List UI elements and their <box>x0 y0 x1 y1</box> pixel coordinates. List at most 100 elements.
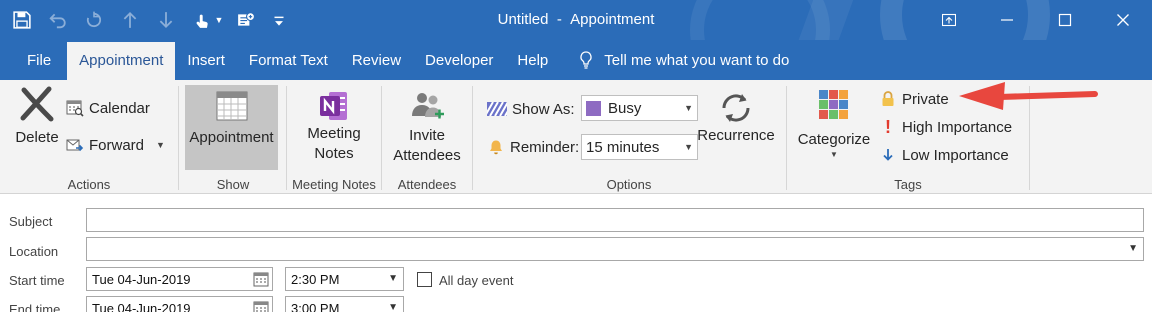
down-arrow-icon[interactable] <box>148 0 184 40</box>
group-label-attendees: Attendees <box>397 177 457 192</box>
chevron-down-icon[interactable]: ▼ <box>1128 238 1138 260</box>
categorize-button[interactable]: Categorize ▼ <box>792 90 876 160</box>
high-importance-label: High Importance <box>902 118 1013 136</box>
high-importance-button[interactable]: ! High Importance <box>879 116 1013 137</box>
calendar-button[interactable]: Calendar <box>66 99 150 117</box>
up-arrow-icon[interactable] <box>112 0 148 40</box>
subject-input[interactable] <box>86 208 1144 232</box>
group-meeting-notes: Meeting Notes Meeting Notes <box>287 80 381 194</box>
bell-icon <box>487 138 505 156</box>
end-date-value: Tue 04-Jun-2019 <box>92 300 191 312</box>
start-time-label: Start time <box>9 273 65 288</box>
show-as-dropdown[interactable]: Busy ▼ <box>581 95 698 121</box>
delete-x-icon <box>20 86 54 122</box>
down-arrow-icon <box>879 146 897 164</box>
calendar-icon[interactable] <box>253 271 269 287</box>
invite-label-line1: Invite <box>409 127 445 144</box>
forward-button[interactable]: Forward ▼ <box>66 136 165 154</box>
recurrence-button[interactable]: Recurrence <box>697 88 775 146</box>
busy-swatch <box>586 100 601 116</box>
group-label-options: Options <box>606 177 652 192</box>
tell-me-search[interactable]: Tell me what you want to do <box>560 40 801 80</box>
show-as-value: Busy <box>608 99 642 117</box>
annotation-arrow <box>959 82 1098 110</box>
start-time-value: 2:30 PM <box>291 271 340 287</box>
show-as-label-group: Show As: <box>487 100 575 118</box>
delete-label: Delete <box>15 129 59 146</box>
chevron-down-icon: ▼ <box>388 273 398 284</box>
redo-icon[interactable] <box>76 0 112 40</box>
quick-access-toolbar: ▼ <box>0 0 294 40</box>
lightbulb-icon <box>580 51 592 69</box>
chevron-down-icon: ▼ <box>388 302 398 312</box>
chevron-down-icon: ▼ <box>684 142 693 152</box>
end-time-picker[interactable]: 3:00 PM ▼ <box>285 296 404 312</box>
end-date-picker[interactable]: Tue 04-Jun-2019 <box>86 296 273 312</box>
reminder-label-group: Reminder: <box>487 138 579 156</box>
tab-help[interactable]: Help <box>505 40 560 80</box>
all-day-checkbox[interactable] <box>417 272 432 287</box>
maximize-icon[interactable] <box>1036 0 1094 40</box>
group-label-show: Show <box>216 177 250 192</box>
group-label-actions: Actions <box>67 177 111 192</box>
ribbon-display-options-icon[interactable] <box>920 0 978 40</box>
low-importance-label: Low Importance <box>902 146 1009 164</box>
tab-file[interactable]: File <box>0 40 67 80</box>
forward-envelope-icon <box>66 136 84 154</box>
calendar-icon[interactable] <box>253 300 269 312</box>
private-button[interactable]: Private <box>879 90 949 108</box>
meeting-notes-button[interactable]: Meeting Notes <box>292 90 376 164</box>
tab-review[interactable]: Review <box>340 40 413 80</box>
lock-icon <box>879 90 897 108</box>
item-type: Appointment <box>570 11 655 28</box>
group-attendees: Invite Attendees Attendees <box>382 80 472 194</box>
tab-insert[interactable]: Insert <box>175 40 237 80</box>
document-name: Untitled <box>497 11 549 28</box>
exclamation-icon: ! <box>885 116 891 137</box>
group-label-tags: Tags <box>894 177 922 192</box>
ribbon: Delete Calendar Forward ▼ Actions Appoin… <box>0 80 1152 194</box>
end-time-value: 3:00 PM <box>291 300 340 312</box>
invite-attendees-button[interactable]: Invite Attendees <box>387 90 467 166</box>
chevron-down-icon: ▼ <box>684 103 693 113</box>
appointment-calendar-icon <box>216 91 247 121</box>
start-date-picker[interactable]: Tue 04-Jun-2019 <box>86 267 273 291</box>
location-label: Location <box>9 244 59 259</box>
minimize-icon[interactable] <box>978 0 1036 40</box>
customize-icon[interactable] <box>264 0 294 40</box>
group-separator <box>178 86 179 190</box>
chevron-down-icon: ▼ <box>830 150 838 159</box>
appointment-view-button[interactable]: Appointment <box>185 85 278 170</box>
reminder-label: Reminder: <box>510 138 580 156</box>
window-controls <box>920 0 1152 40</box>
invite-label-line2: Attendees <box>393 147 461 164</box>
calendar-label: Calendar <box>89 99 150 117</box>
chevron-down-icon: ▼ <box>156 140 165 150</box>
subject-label: Subject <box>9 214 53 229</box>
tell-me-label: Tell me what you want to do <box>604 51 790 69</box>
tab-appointment[interactable]: Appointment <box>67 42 176 80</box>
meeting-notes-label-line1: Meeting <box>307 125 361 142</box>
ribbon-tabs: File Appointment Insert Format Text Revi… <box>0 40 1152 80</box>
tab-format-text[interactable]: Format Text <box>237 40 340 80</box>
tab-developer[interactable]: Developer <box>413 40 505 80</box>
appointment-form: Subject Location ▼ Start time Tue 04-Jun… <box>0 195 1152 312</box>
group-show: Appointment Show <box>182 80 284 194</box>
group-label-meeting-notes: Meeting Notes <box>292 177 376 192</box>
location-input[interactable]: ▼ <box>86 237 1144 261</box>
save-icon[interactable] <box>0 0 40 40</box>
invite-attendees-icon <box>412 93 444 119</box>
group-actions: Delete Calendar Forward ▼ Actions <box>0 80 178 194</box>
undo-icon[interactable] <box>40 0 76 40</box>
forward-send-icon[interactable] <box>228 0 264 40</box>
low-importance-button[interactable]: Low Importance <box>879 146 1009 164</box>
close-icon[interactable] <box>1094 0 1152 40</box>
all-day-label: All day event <box>439 273 514 288</box>
end-time-label: End time <box>9 302 61 312</box>
start-time-picker[interactable]: 2:30 PM ▼ <box>285 267 404 291</box>
chevron-down-icon[interactable]: ▼ <box>214 0 224 40</box>
delete-button[interactable]: Delete <box>10 86 64 148</box>
categorize-label: Categorize <box>797 131 871 148</box>
reminder-dropdown[interactable]: 15 minutes ▼ <box>581 134 698 160</box>
show-as-label: Show As: <box>512 100 575 118</box>
